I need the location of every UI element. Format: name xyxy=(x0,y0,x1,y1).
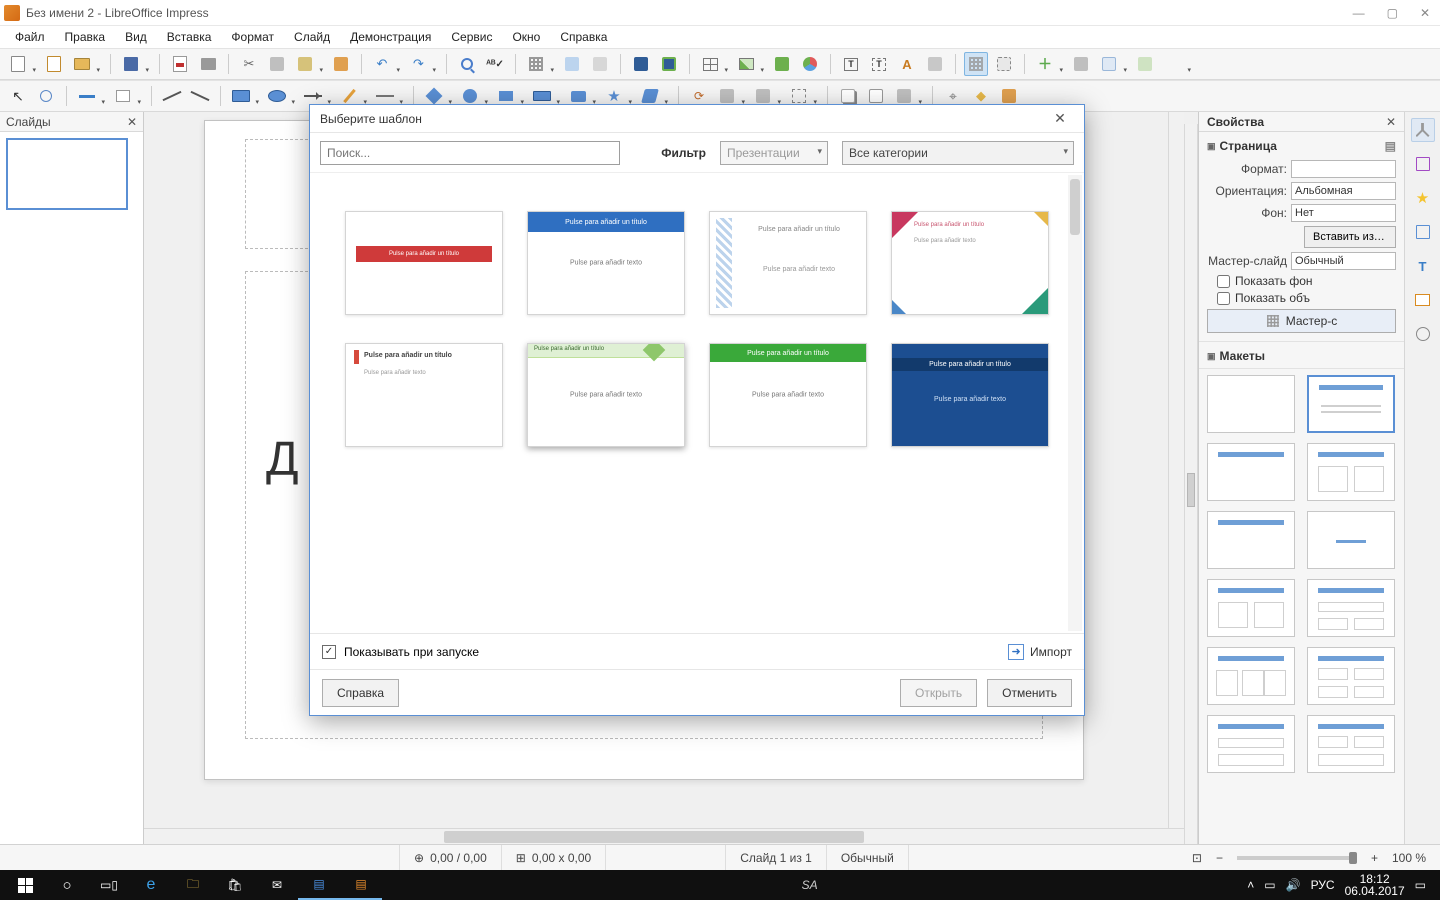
template-item-5[interactable]: Pulse para añadir un títuloPulse para añ… xyxy=(345,343,503,447)
template-item-3[interactable]: Pulse para añadir un títuloPulse para añ… xyxy=(709,211,867,315)
template-item-7[interactable]: Pulse para añadir un títuloPulse para añ… xyxy=(709,343,867,447)
filter-category-combo[interactable]: Все категории xyxy=(842,141,1074,165)
import-label: Импорт xyxy=(1030,645,1072,659)
template-item-4[interactable]: Pulse para añadir un títuloPulse para añ… xyxy=(891,211,1049,315)
dialog-scrollbar[interactable] xyxy=(1068,175,1082,631)
help-button[interactable]: Справка xyxy=(322,679,399,707)
import-button[interactable]: ➜ Импорт xyxy=(1008,644,1072,660)
dialog-title: Выберите шаблон xyxy=(320,112,422,126)
show-on-start-label: Показывать при запуске xyxy=(344,645,479,659)
template-item-6[interactable]: Pulse para añadir un títuloPulse para añ… xyxy=(527,343,685,447)
filter-label: Фильтр xyxy=(661,146,706,160)
template-grid: Pulse para añadir un título Pulse para a… xyxy=(320,183,1074,457)
import-icon: ➜ xyxy=(1008,644,1024,660)
open-button-dialog[interactable]: Открыть xyxy=(900,679,977,707)
show-on-start-checkbox[interactable]: ✓ xyxy=(322,645,336,659)
template-search-input[interactable] xyxy=(320,141,620,165)
dialog-close-icon[interactable]: ✕ xyxy=(1046,108,1074,130)
modal-overlay: Выберите шаблон ✕ Фильтр Презентации Все… xyxy=(0,0,1440,900)
cancel-button[interactable]: Отменить xyxy=(987,679,1072,707)
template-item-8[interactable]: Pulse para añadir un títuloPulse para añ… xyxy=(891,343,1049,447)
template-item-2[interactable]: Pulse para añadir un títuloPulse para añ… xyxy=(527,211,685,315)
template-item-1[interactable]: Pulse para añadir un título xyxy=(345,211,503,315)
filter-type-combo[interactable]: Презентации xyxy=(720,141,828,165)
template-dialog: Выберите шаблон ✕ Фильтр Презентации Все… xyxy=(309,104,1085,716)
